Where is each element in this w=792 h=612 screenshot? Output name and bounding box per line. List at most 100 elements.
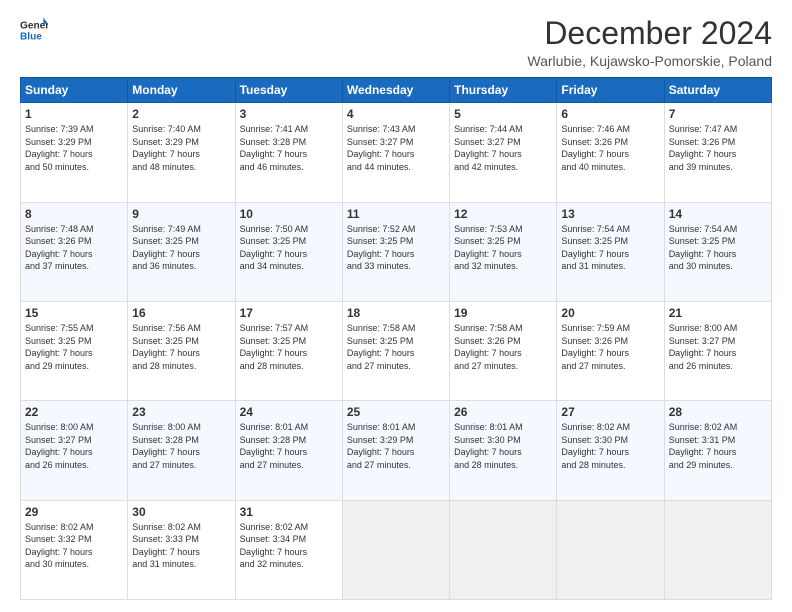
day-info: Sunrise: 7:48 AM Sunset: 3:26 PM Dayligh… [25,223,123,273]
calendar-cell: 18Sunrise: 7:58 AM Sunset: 3:25 PM Dayli… [342,301,449,400]
calendar-cell: 7 Sunrise: 7:47 AM Sunset: 3:26 PM Daylig… [664,103,771,202]
day-number: 20 [561,306,659,320]
day-number: 3 [240,107,338,121]
day-info: Sunrise: 8:02 AM Sunset: 3:33 PM Dayligh… [132,521,230,571]
day-number: 5 [454,107,552,121]
calendar-cell: 2 Sunrise: 7:40 AM Sunset: 3:29 PM Daylig… [128,103,235,202]
subtitle: Warlubie, Kujawsko-Pomorskie, Poland [527,53,772,69]
week-row-3: 15 Sunrise: 7:55 AM Sunset: 3:25 PM Dayli… [21,301,772,400]
calendar-cell: 23 Sunrise: 8:00 AM Sunset: 3:28 PM Dayli… [128,401,235,500]
day-info: Sunrise: 7:54 AM Sunset: 3:25 PM Dayligh… [561,223,659,273]
svg-text:Blue: Blue [20,31,42,42]
calendar-cell: 5 Sunrise: 7:44 AM Sunset: 3:27 PM Daylig… [450,103,557,202]
calendar-cell: 31 Sunrise: 8:02 AM Sunset: 3:34 PM Dayli… [235,500,342,599]
day-number: 22 [25,405,123,419]
calendar-cell [342,500,449,599]
main-title: December 2024 [527,16,772,51]
day-number: 7 [669,107,767,121]
calendar-cell: 12 Sunrise: 7:53 AM Sunset: 3:25 PM Dayli… [450,202,557,301]
calendar-cell: 27 Sunrise: 8:02 AM Sunset: 3:30 PM Dayli… [557,401,664,500]
col-wednesday: Wednesday [342,78,449,103]
col-monday: Monday [128,78,235,103]
day-info: Sunrise: 7:43 AM Sunset: 3:27 PM Dayligh… [347,123,445,173]
calendar-cell: 30 Sunrise: 8:02 AM Sunset: 3:33 PM Dayli… [128,500,235,599]
day-info: Sunrise: 8:01 AM Sunset: 3:29 PM Dayligh… [347,421,445,471]
day-info: Sunrise: 7:50 AM Sunset: 3:25 PM Dayligh… [240,223,338,273]
day-number: 25 [347,405,445,419]
day-info: Sunrise: 7:40 AM Sunset: 3:29 PM Dayligh… [132,123,230,173]
calendar-cell [450,500,557,599]
calendar-cell: 9Sunrise: 7:49 AM Sunset: 3:25 PM Daylig… [128,202,235,301]
calendar-cell: 21Sunrise: 8:00 AM Sunset: 3:27 PM Dayli… [664,301,771,400]
calendar-cell: 4 Sunrise: 7:43 AM Sunset: 3:27 PM Daylig… [342,103,449,202]
calendar-cell: 6Sunrise: 7:46 AM Sunset: 3:26 PM Daylig… [557,103,664,202]
col-thursday: Thursday [450,78,557,103]
header: General Blue December 2024 Warlubie, Kuj… [20,16,772,69]
day-number: 10 [240,207,338,221]
calendar-cell: 10 Sunrise: 7:50 AM Sunset: 3:25 PM Dayli… [235,202,342,301]
day-info: Sunrise: 7:55 AM Sunset: 3:25 PM Dayligh… [25,322,123,372]
day-info: Sunrise: 7:56 AM Sunset: 3:25 PM Dayligh… [132,322,230,372]
day-info: Sunrise: 8:00 AM Sunset: 3:28 PM Dayligh… [132,421,230,471]
day-number: 24 [240,405,338,419]
calendar-cell: 8 Sunrise: 7:48 AM Sunset: 3:26 PM Daylig… [21,202,128,301]
day-info: Sunrise: 7:58 AM Sunset: 3:26 PM Dayligh… [454,322,552,372]
day-number: 19 [454,306,552,320]
calendar-cell: 15 Sunrise: 7:55 AM Sunset: 3:25 PM Dayli… [21,301,128,400]
calendar-cell: 16 Sunrise: 7:56 AM Sunset: 3:25 PM Dayli… [128,301,235,400]
week-row-1: 1Sunrise: 7:39 AM Sunset: 3:29 PM Daylig… [21,103,772,202]
col-friday: Friday [557,78,664,103]
day-number: 12 [454,207,552,221]
title-block: December 2024 Warlubie, Kujawsko-Pomorsk… [527,16,772,69]
day-info: Sunrise: 7:41 AM Sunset: 3:28 PM Dayligh… [240,123,338,173]
calendar-cell: 22 Sunrise: 8:00 AM Sunset: 3:27 PM Dayli… [21,401,128,500]
day-info: Sunrise: 7:52 AM Sunset: 3:25 PM Dayligh… [347,223,445,273]
day-info: Sunrise: 8:01 AM Sunset: 3:28 PM Dayligh… [240,421,338,471]
calendar-cell: 3 Sunrise: 7:41 AM Sunset: 3:28 PM Daylig… [235,103,342,202]
calendar-cell: 19 Sunrise: 7:58 AM Sunset: 3:26 PM Dayli… [450,301,557,400]
calendar-cell [664,500,771,599]
day-info: Sunrise: 7:46 AM Sunset: 3:26 PM Dayligh… [561,123,659,173]
calendar-table: Sunday Monday Tuesday Wednesday Thursday… [20,77,772,600]
day-info: Sunrise: 8:02 AM Sunset: 3:31 PM Dayligh… [669,421,767,471]
day-number: 17 [240,306,338,320]
day-info: Sunrise: 7:53 AM Sunset: 3:25 PM Dayligh… [454,223,552,273]
calendar-cell: 14Sunrise: 7:54 AM Sunset: 3:25 PM Dayli… [664,202,771,301]
calendar-cell: 26 Sunrise: 8:01 AM Sunset: 3:30 PM Dayli… [450,401,557,500]
day-number: 2 [132,107,230,121]
day-info: Sunrise: 7:39 AM Sunset: 3:29 PM Dayligh… [25,123,123,173]
day-info: Sunrise: 8:02 AM Sunset: 3:34 PM Dayligh… [240,521,338,571]
col-saturday: Saturday [664,78,771,103]
day-number: 11 [347,207,445,221]
calendar-cell: 24 Sunrise: 8:01 AM Sunset: 3:28 PM Dayli… [235,401,342,500]
day-info: Sunrise: 8:01 AM Sunset: 3:30 PM Dayligh… [454,421,552,471]
day-info: Sunrise: 8:02 AM Sunset: 3:32 PM Dayligh… [25,521,123,571]
logo-icon: General Blue [20,16,48,44]
calendar-cell: 28Sunrise: 8:02 AM Sunset: 3:31 PM Dayli… [664,401,771,500]
calendar-cell: 13Sunrise: 7:54 AM Sunset: 3:25 PM Dayli… [557,202,664,301]
day-number: 27 [561,405,659,419]
day-number: 14 [669,207,767,221]
calendar-cell: 11 Sunrise: 7:52 AM Sunset: 3:25 PM Dayli… [342,202,449,301]
day-number: 15 [25,306,123,320]
week-row-2: 8 Sunrise: 7:48 AM Sunset: 3:26 PM Daylig… [21,202,772,301]
logo: General Blue [20,16,48,44]
calendar-cell: 17Sunrise: 7:57 AM Sunset: 3:25 PM Dayli… [235,301,342,400]
day-number: 26 [454,405,552,419]
calendar-cell: 25 Sunrise: 8:01 AM Sunset: 3:29 PM Dayli… [342,401,449,500]
col-sunday: Sunday [21,78,128,103]
day-info: Sunrise: 7:44 AM Sunset: 3:27 PM Dayligh… [454,123,552,173]
day-number: 18 [347,306,445,320]
page: General Blue December 2024 Warlubie, Kuj… [0,0,792,612]
day-number: 16 [132,306,230,320]
day-info: Sunrise: 7:49 AM Sunset: 3:25 PM Dayligh… [132,223,230,273]
day-number: 31 [240,505,338,519]
day-number: 8 [25,207,123,221]
day-number: 4 [347,107,445,121]
day-info: Sunrise: 8:00 AM Sunset: 3:27 PM Dayligh… [25,421,123,471]
day-info: Sunrise: 7:47 AM Sunset: 3:26 PM Dayligh… [669,123,767,173]
day-number: 23 [132,405,230,419]
calendar-cell: 20Sunrise: 7:59 AM Sunset: 3:26 PM Dayli… [557,301,664,400]
day-number: 30 [132,505,230,519]
day-info: Sunrise: 8:02 AM Sunset: 3:30 PM Dayligh… [561,421,659,471]
